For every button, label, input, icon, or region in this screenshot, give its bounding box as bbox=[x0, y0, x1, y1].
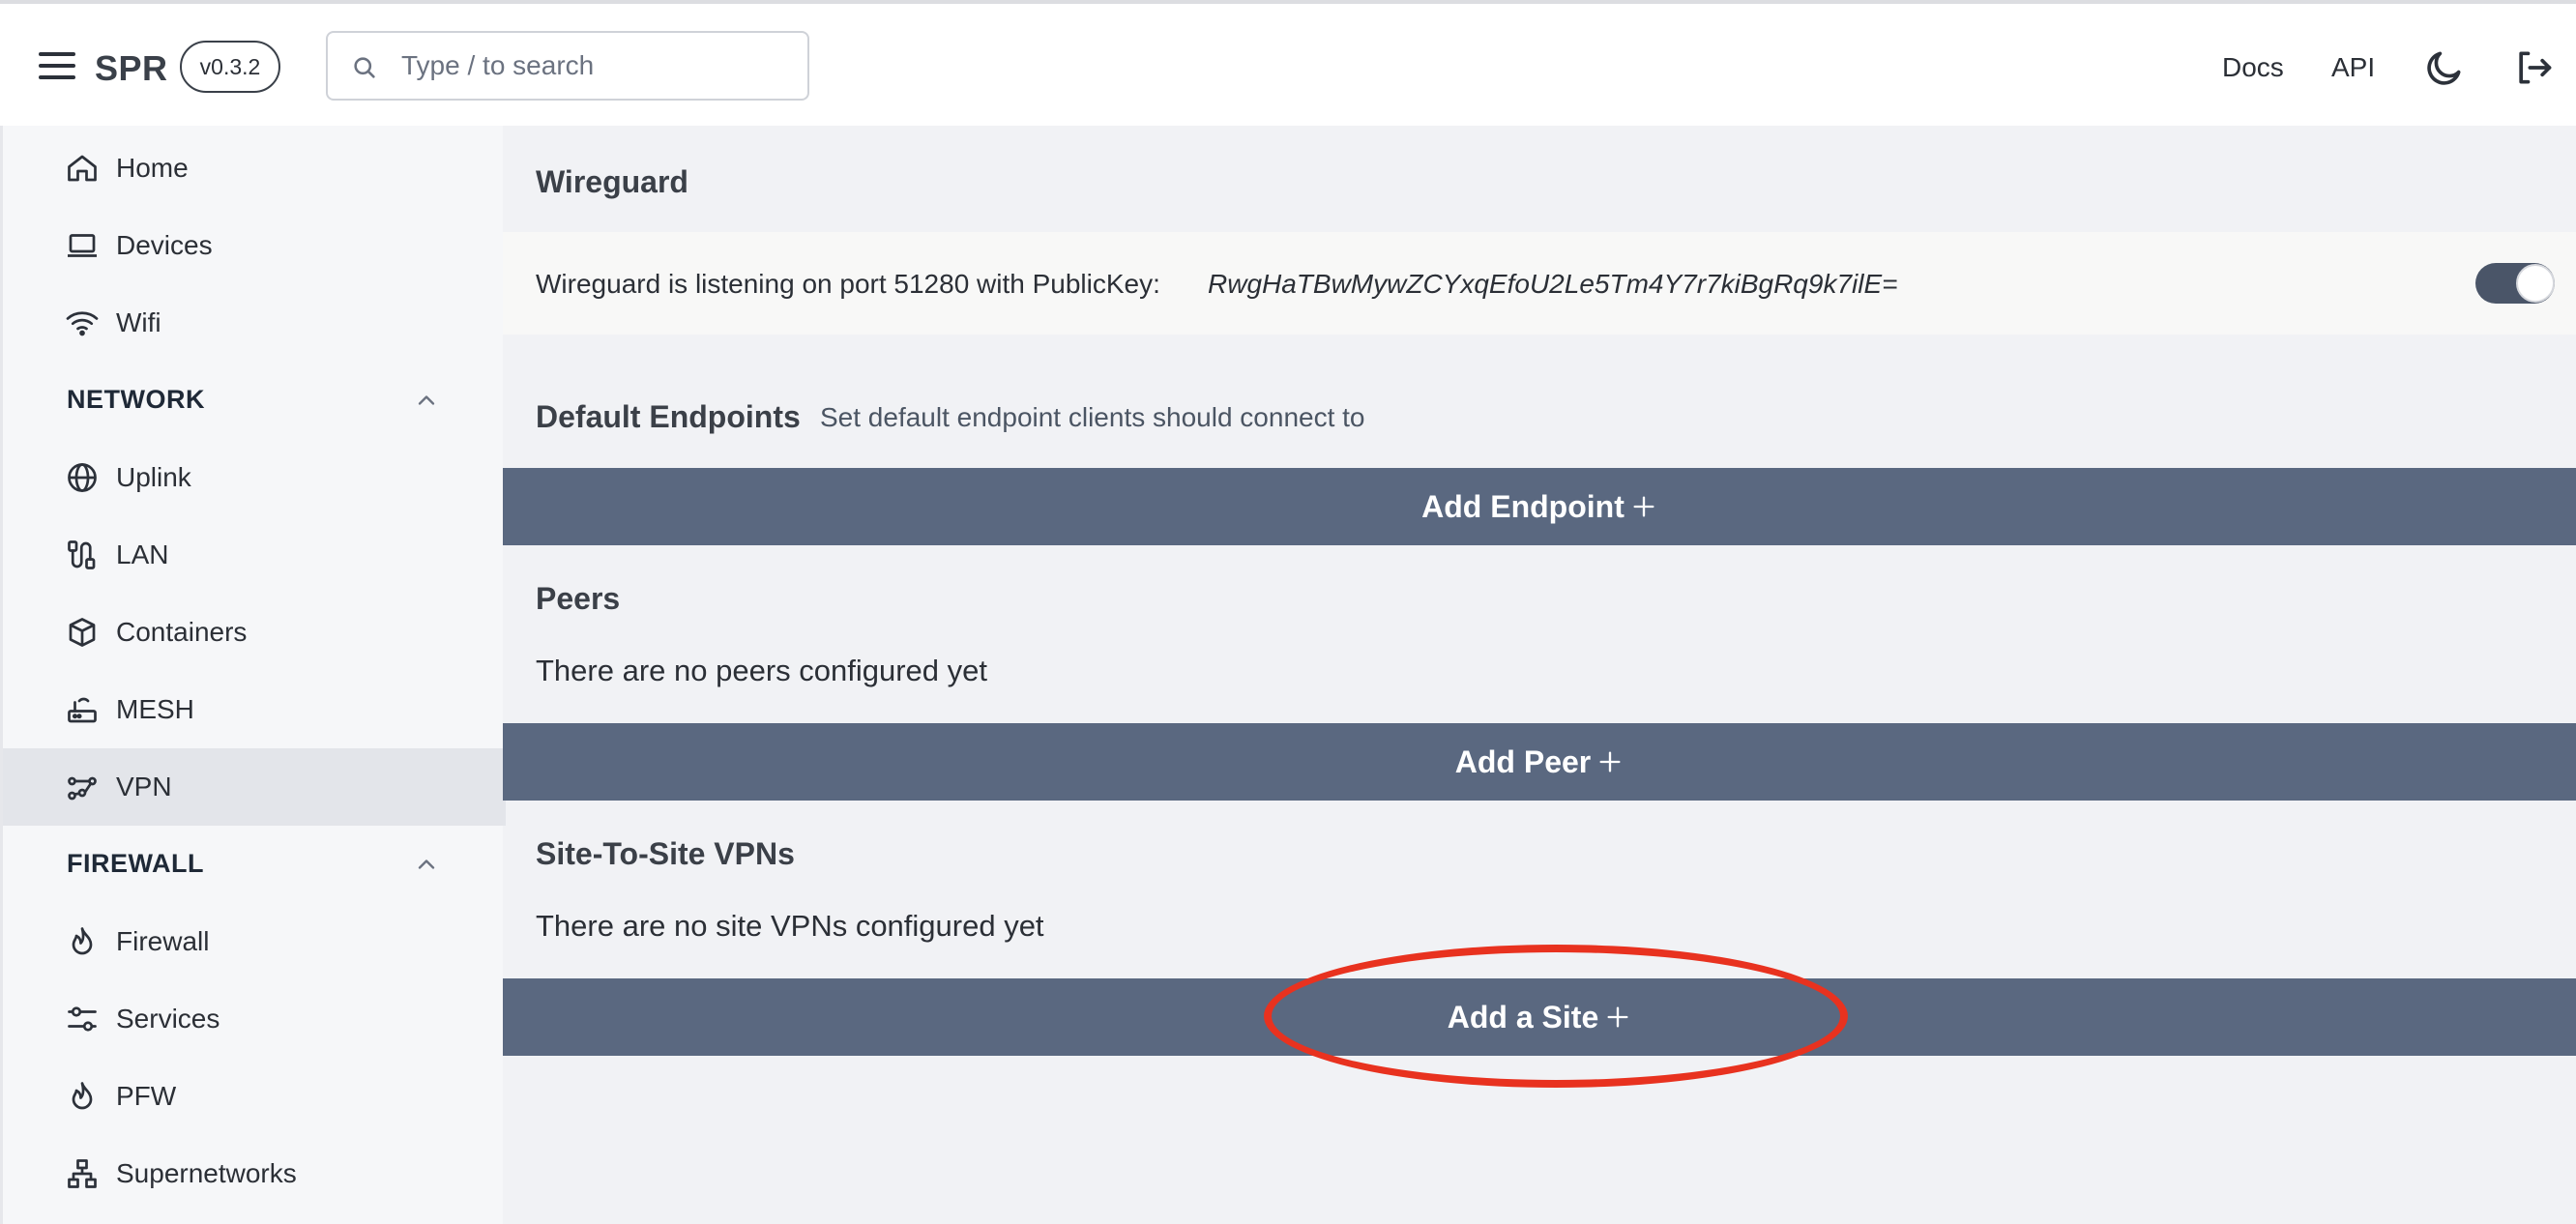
page-title: Wireguard bbox=[536, 164, 688, 199]
router-icon bbox=[68, 697, 97, 723]
sidebar-item-label: Supernetworks bbox=[116, 1158, 297, 1188]
toggle-knob bbox=[2516, 264, 2555, 303]
sidebar-item-services[interactable]: Services bbox=[3, 980, 506, 1058]
cube-icon bbox=[69, 618, 96, 647]
sidebar-item-label: VPN bbox=[116, 772, 172, 801]
chevron-up-icon bbox=[418, 395, 435, 405]
public-key[interactable]: RwgHaTBwMywZCYxqEfoU2Le5Tm4Y7r7kiBgRq9k7… bbox=[1208, 269, 1897, 300]
moon-icon[interactable] bbox=[2423, 46, 2466, 89]
sidebar-item-supernetworks[interactable]: Supernetworks bbox=[3, 1135, 506, 1212]
sidebar-item-label: LAN bbox=[116, 539, 169, 569]
sidebar-item-label: Firewall bbox=[116, 926, 210, 956]
sidebar-item-vpn[interactable]: VPN bbox=[3, 748, 506, 826]
peers-title: Peers bbox=[536, 581, 621, 616]
logout-icon[interactable] bbox=[2512, 46, 2555, 89]
wireguard-status-text: Wireguard is listening on port 51280 wit… bbox=[536, 269, 1160, 299]
sidebar-item-uplink[interactable]: Uplink bbox=[3, 439, 506, 516]
vpn-icon bbox=[68, 776, 97, 801]
sidebar-section-firewall[interactable]: FIREWALL bbox=[3, 826, 506, 903]
menu-icon[interactable] bbox=[39, 50, 75, 81]
sidebar-item-firewall[interactable]: Firewall bbox=[3, 903, 506, 980]
add-endpoint-button[interactable]: Add Endpoint bbox=[503, 468, 2576, 545]
sidebar-item-devices[interactable]: Devices bbox=[3, 207, 506, 284]
sidebar-section-network[interactable]: NETWORK bbox=[3, 362, 506, 439]
main-content: Wireguard Wireguard is listening on port… bbox=[503, 126, 2576, 1224]
add-peer-label: Add Peer bbox=[1454, 743, 1592, 779]
sidebar-item-label: Services bbox=[116, 1004, 220, 1034]
top-header: SPR v0.3.2 Docs API bbox=[0, 4, 2576, 126]
plus-icon bbox=[1599, 751, 1621, 772]
sidebar: Home Devices Wifi NETWORK Uplink LAN Con… bbox=[0, 126, 506, 1224]
sites-empty-text: There are no site VPNs configured yet bbox=[536, 909, 1044, 943]
flame-icon bbox=[72, 1082, 93, 1110]
add-peer-button[interactable]: Add Peer bbox=[503, 723, 2576, 801]
sidebar-item-home[interactable]: Home bbox=[3, 130, 506, 207]
api-link[interactable]: API bbox=[2331, 52, 2375, 83]
sidebar-item-containers[interactable]: Containers bbox=[3, 594, 506, 671]
sidebar-item-label: Wifi bbox=[116, 307, 161, 337]
sites-title: Site-To-Site VPNs bbox=[536, 836, 795, 871]
sidebar-item-label: Uplink bbox=[116, 462, 191, 492]
endpoints-subtitle: Set default endpoint clients should conn… bbox=[820, 402, 1365, 432]
peers-empty-text: There are no peers configured yet bbox=[536, 654, 987, 687]
plus-icon bbox=[1633, 496, 1654, 517]
sidebar-item-wifi[interactable]: Wifi bbox=[3, 284, 506, 362]
search-icon bbox=[354, 57, 375, 78]
brand-logo[interactable]: SPR bbox=[95, 48, 168, 89]
endpoints-title: Default Endpoints bbox=[536, 399, 801, 434]
sidebar-item-label: MESH bbox=[116, 694, 194, 724]
home-icon bbox=[68, 155, 97, 182]
sidebar-item-lan[interactable]: LAN bbox=[3, 516, 506, 594]
add-site-button[interactable]: Add a Site bbox=[503, 978, 2576, 1056]
sitemap-icon bbox=[68, 1159, 97, 1188]
sliders-icon bbox=[68, 1006, 97, 1032]
sidebar-item-label: Containers bbox=[116, 617, 248, 647]
add-endpoint-label: Add Endpoint bbox=[1421, 488, 1625, 524]
wireguard-status-bar: Wireguard is listening on port 51280 wit… bbox=[503, 232, 2576, 335]
plus-icon bbox=[1607, 1006, 1628, 1028]
sidebar-item-label: Home bbox=[116, 153, 189, 183]
docs-link[interactable]: Docs bbox=[2222, 52, 2284, 83]
sidebar-item-label: PFW bbox=[116, 1081, 177, 1111]
section-title: NETWORK bbox=[67, 385, 205, 414]
section-title: FIREWALL bbox=[67, 849, 204, 878]
search-input[interactable] bbox=[401, 43, 788, 89]
add-site-label: Add a Site bbox=[1447, 999, 1599, 1035]
wireguard-enable-toggle[interactable] bbox=[2475, 263, 2555, 304]
globe-icon bbox=[68, 463, 97, 492]
sidebar-item-pfw[interactable]: PFW bbox=[3, 1058, 506, 1135]
wifi-icon bbox=[66, 311, 99, 336]
cable-icon bbox=[68, 540, 96, 569]
laptop-icon bbox=[68, 234, 97, 257]
flame-icon bbox=[72, 927, 93, 955]
sidebar-item-mesh[interactable]: MESH bbox=[3, 671, 506, 748]
version-badge: v0.3.2 bbox=[180, 41, 280, 93]
sidebar-item-label: Devices bbox=[116, 230, 213, 260]
search-box[interactable] bbox=[326, 31, 809, 101]
chevron-up-icon bbox=[418, 860, 435, 869]
